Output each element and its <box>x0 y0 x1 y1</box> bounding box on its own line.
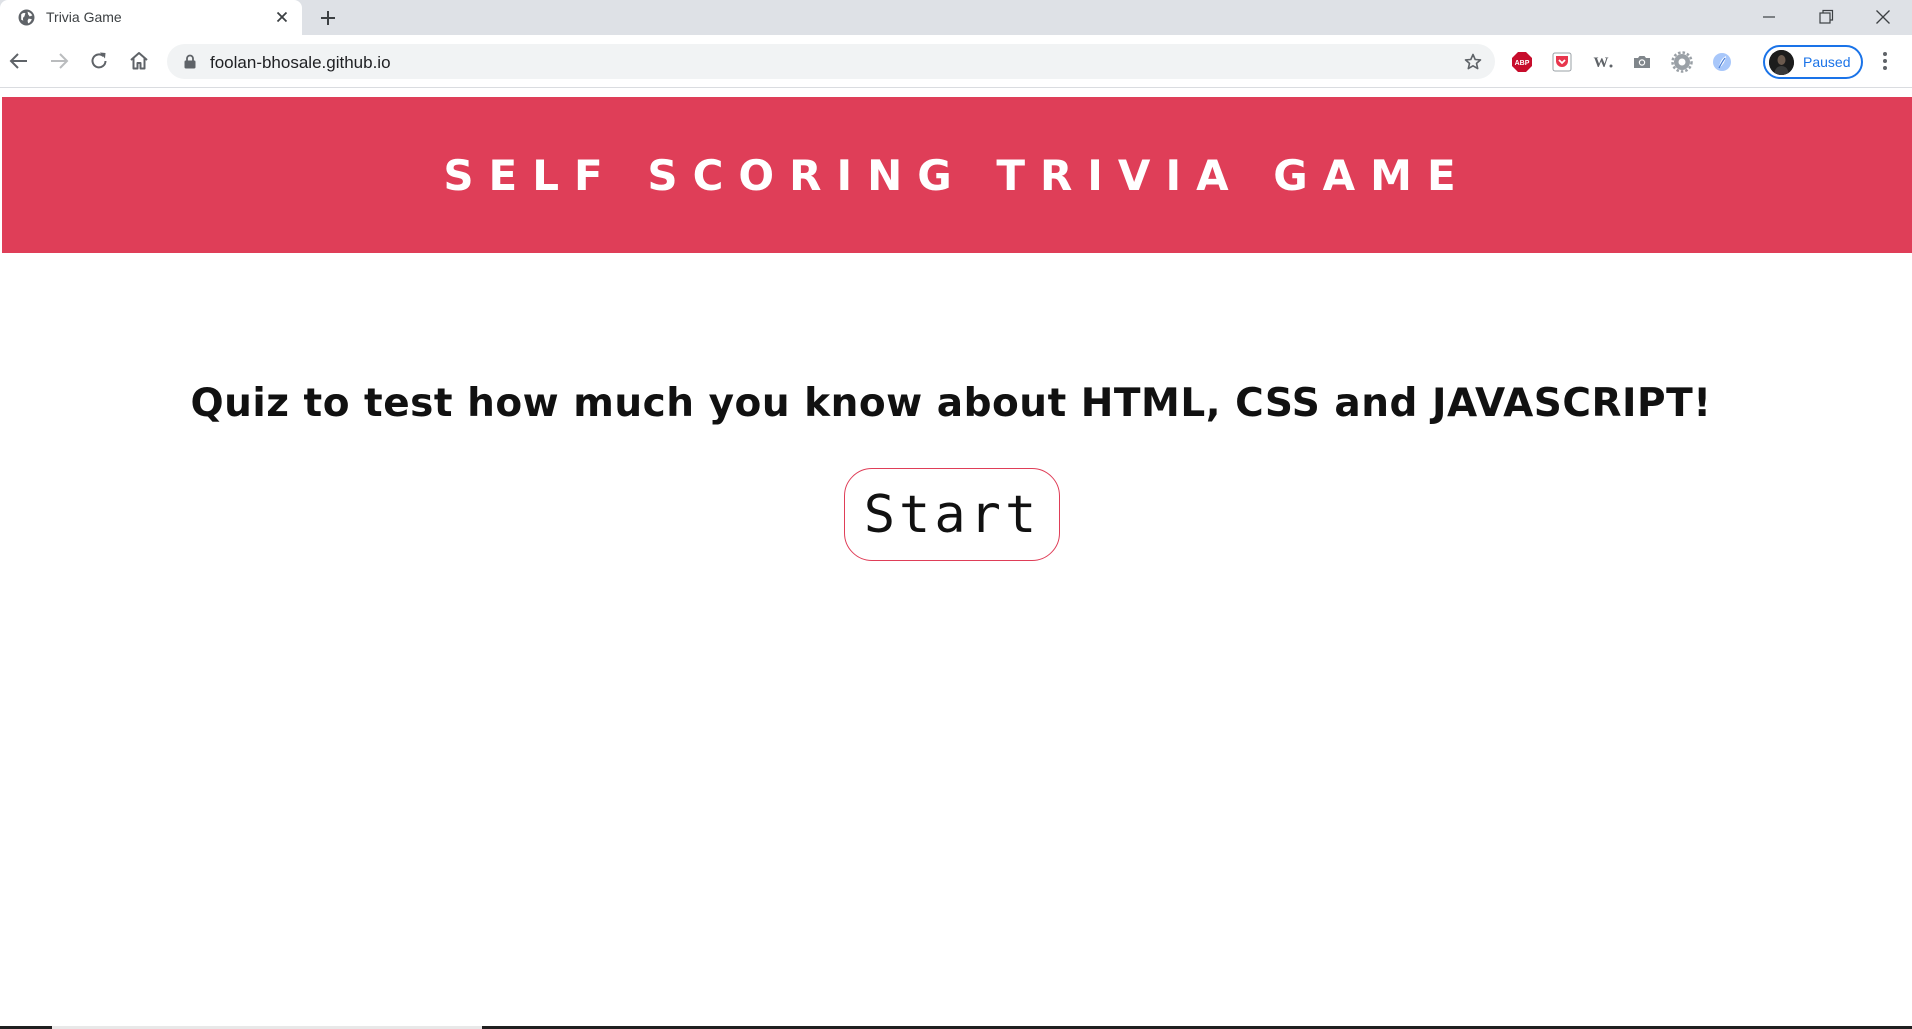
svg-text:ABP: ABP <box>1515 60 1530 67</box>
bookmark-star-icon[interactable] <box>1463 52 1483 72</box>
close-window-icon[interactable] <box>1872 6 1894 28</box>
avatar <box>1769 50 1794 75</box>
address-bar[interactable]: foolan-bhosale.github.io <box>167 44 1495 79</box>
page-title: Self Scoring Trivia Game <box>443 150 1471 200</box>
tab-title: Trivia Game <box>46 9 122 25</box>
new-tab-plus-icon[interactable] <box>318 8 338 28</box>
svg-text:W: W <box>1594 55 1609 71</box>
browser-toolbar: foolan-bhosale.github.io ABP W Paused <box>0 35 1912 88</box>
pocket-icon[interactable] <box>1550 50 1574 74</box>
close-tab-icon[interactable] <box>274 9 290 25</box>
blue-leaf-icon[interactable] <box>1710 50 1734 74</box>
avatar-silhouette-icon <box>1769 50 1794 75</box>
back-arrow-icon[interactable] <box>7 49 31 73</box>
minimize-icon[interactable] <box>1758 6 1780 28</box>
profile-status-label: Paused <box>1803 54 1851 70</box>
reload-icon[interactable] <box>87 49 111 73</box>
profile-button[interactable]: Paused <box>1763 45 1863 79</box>
page-content: Self Scoring Trivia Game Quiz to test ho… <box>0 89 1912 1029</box>
url-text: foolan-bhosale.github.io <box>210 53 391 72</box>
header-banner: Self Scoring Trivia Game <box>2 97 1912 253</box>
home-icon[interactable] <box>127 49 151 73</box>
tab-strip: Trivia Game <box>0 0 1912 35</box>
gear-extension-icon[interactable] <box>1670 50 1694 74</box>
tab-trivia-game[interactable]: Trivia Game <box>0 0 302 35</box>
forward-arrow-icon[interactable] <box>47 49 71 73</box>
restore-window-icon[interactable] <box>1815 6 1837 28</box>
quiz-intro-text: Quiz to test how much you know about HTM… <box>190 381 1712 426</box>
kebab-menu-icon[interactable] <box>1877 48 1893 74</box>
adblock-plus-icon[interactable]: ABP <box>1510 50 1534 74</box>
lock-icon[interactable] <box>183 54 197 69</box>
globe-icon <box>18 9 35 26</box>
w-extension-icon[interactable]: W <box>1590 50 1614 74</box>
camera-icon[interactable] <box>1630 50 1654 74</box>
start-button[interactable]: Start <box>844 468 1060 561</box>
